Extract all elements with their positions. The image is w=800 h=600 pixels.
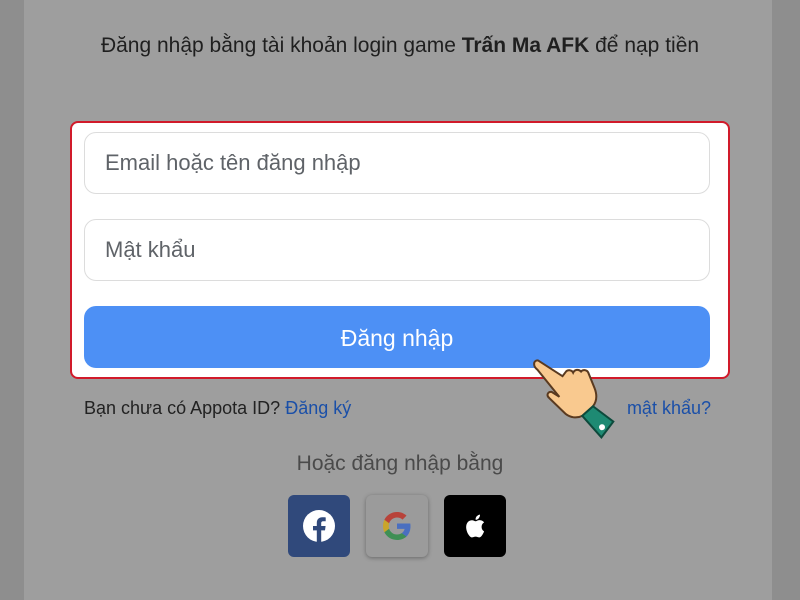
title-suffix: để nạp tiền	[589, 34, 700, 57]
google-icon	[383, 512, 411, 540]
facebook-login-button[interactable]	[288, 495, 350, 557]
email-field[interactable]	[84, 132, 710, 194]
forgot-password-link[interactable]: mật khẩu?	[627, 398, 711, 419]
password-field[interactable]	[84, 219, 710, 281]
google-login-button[interactable]	[366, 495, 428, 557]
page-title: Đăng nhập bằng tài khoản login game Trấn…	[60, 32, 740, 60]
title-prefix: Đăng nhập bằng tài khoản login game	[100, 34, 462, 57]
page-overlay: Đăng nhập bằng tài khoản login game Trấn…	[0, 0, 800, 600]
apple-login-button[interactable]	[444, 495, 506, 557]
signup-prompt: Bạn chưa có Appota ID? Đăng ký	[84, 398, 351, 419]
game-name: Trấn Ma AFK	[461, 34, 590, 57]
signup-text: Bạn chưa có Appota ID?	[84, 398, 281, 418]
social-login-heading: Hoặc đăng nhập bằng	[296, 452, 504, 475]
apple-icon	[466, 514, 485, 538]
facebook-icon	[303, 510, 335, 542]
pointing-hand-icon	[533, 359, 615, 439]
signup-link[interactable]: Đăng ký	[285, 398, 351, 418]
